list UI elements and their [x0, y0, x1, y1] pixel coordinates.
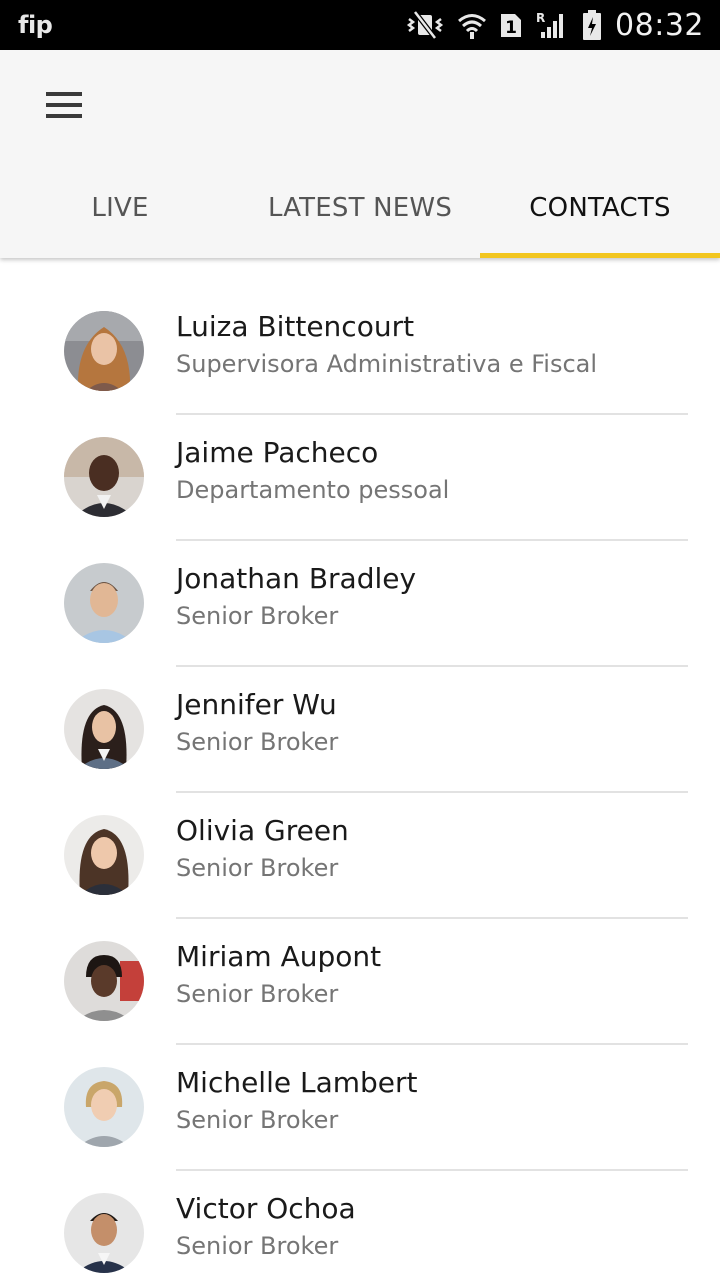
contact-role: Senior Broker — [176, 980, 339, 1008]
contact-list-item[interactable]: Jennifer Wu Senior Broker — [0, 667, 720, 793]
contact-name: Michelle Lambert — [176, 1066, 418, 1099]
status-icons: 1 R 08:32 — [405, 8, 704, 43]
avatar — [64, 941, 144, 1021]
contact-list-item[interactable]: Jaime Pacheco Departamento pessoal — [0, 415, 720, 541]
avatar — [64, 311, 144, 391]
contact-list-item[interactable]: Luiza Bittencourt Supervisora Administra… — [0, 289, 720, 415]
contact-role: Senior Broker — [176, 728, 339, 756]
contact-role: Senior Broker — [176, 854, 339, 882]
contact-list: Luiza Bittencourt Supervisora Administra… — [0, 289, 720, 1280]
carrier-label: fip — [18, 11, 53, 39]
contact-name: Jonathan Bradley — [176, 562, 417, 595]
contact-name: Luiza Bittencourt — [176, 310, 415, 343]
clock-time: 08:32 — [615, 7, 704, 43]
tab-label: CONTACTS — [529, 193, 671, 223]
avatar — [64, 689, 144, 769]
battery-charging-icon — [581, 9, 603, 41]
contact-list-item[interactable]: Victor Ochoa Senior Broker — [0, 1171, 720, 1280]
tab-live[interactable]: LIVE — [0, 168, 240, 258]
avatar — [64, 437, 144, 517]
tab-bar: LIVE LATEST NEWS CONTACTS — [0, 168, 720, 258]
contact-role: Senior Broker — [176, 1232, 339, 1260]
signal-roaming-icon: R — [535, 10, 569, 40]
avatar — [64, 563, 144, 643]
contact-role: Supervisora Administrativa e Fiscal — [176, 350, 598, 378]
contact-list-item[interactable]: Jonathan Bradley Senior Broker — [0, 541, 720, 667]
menu-button[interactable] — [34, 80, 94, 134]
avatar — [64, 815, 144, 895]
contact-name: Miriam Aupont — [176, 940, 382, 973]
app-bar: LIVE LATEST NEWS CONTACTS — [0, 50, 720, 258]
contact-list-item[interactable]: Miriam Aupont Senior Broker — [0, 919, 720, 1045]
svg-text:1: 1 — [505, 18, 517, 38]
tab-label: LATEST NEWS — [267, 193, 453, 223]
svg-text:R: R — [536, 11, 545, 25]
hamburger-menu-icon — [46, 91, 82, 123]
wifi-icon — [457, 10, 487, 40]
tab-contacts[interactable]: CONTACTS — [480, 168, 720, 258]
contact-name: Jennifer Wu — [176, 688, 337, 721]
status-bar: fip 1 R 08:32 — [0, 0, 720, 50]
contact-role: Departamento pessoal — [176, 476, 450, 504]
active-tab-indicator — [480, 253, 720, 258]
contact-name: Olivia Green — [176, 814, 349, 847]
sim-1-icon: 1 — [499, 10, 523, 40]
vibrate-mute-icon — [405, 10, 445, 40]
contact-role: Senior Broker — [176, 1106, 339, 1134]
contact-name: Victor Ochoa — [176, 1192, 356, 1225]
avatar — [64, 1067, 144, 1147]
contact-list-item[interactable]: Olivia Green Senior Broker — [0, 793, 720, 919]
avatar — [64, 1193, 144, 1273]
tab-label: LIVE — [91, 193, 149, 223]
contact-name: Jaime Pacheco — [176, 436, 379, 469]
tab-latest-news[interactable]: LATEST NEWS — [240, 168, 480, 258]
contact-list-item[interactable]: Michelle Lambert Senior Broker — [0, 1045, 720, 1171]
contact-role: Senior Broker — [176, 602, 339, 630]
